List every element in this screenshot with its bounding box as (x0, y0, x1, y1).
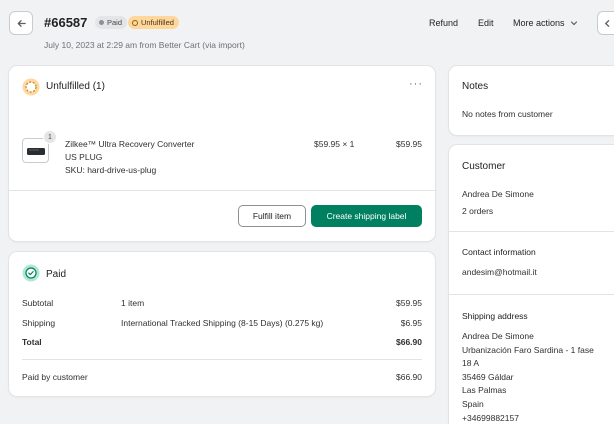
edit-button[interactable]: Edit (478, 18, 494, 28)
shipping-address: Andrea De Simone Urbanización Faro Sardi… (462, 330, 594, 424)
circle-icon (132, 19, 138, 26)
more-actions-button[interactable]: More actions (513, 18, 578, 28)
product-name-link[interactable]: Zilkee™ Ultra Recovery Converter (65, 139, 194, 149)
payment-divider (22, 359, 422, 360)
payment-title: Paid (46, 269, 67, 280)
paid-badge-label: Paid (107, 18, 123, 27)
notes-text: No notes from customer (462, 109, 553, 119)
address-line: 18 A (462, 358, 480, 369)
chevron-left-icon (604, 19, 610, 27)
previous-order-button[interactable] (597, 11, 614, 35)
create-shipping-label-button[interactable]: Create shipping label (311, 205, 422, 227)
product-variant: US PLUG (65, 152, 103, 162)
checkmark-circle-icon (22, 264, 40, 282)
fulfillment-card: Unfulfilled (1) ··· 1 Zilkee™ Ultra Reco… (9, 66, 435, 241)
shipping-address-title: Shipping address (462, 311, 528, 321)
notes-title: Notes (462, 81, 489, 92)
order-number: #66587 (44, 15, 88, 30)
total-label: Total (22, 337, 42, 347)
fulfillment-title: Unfulfilled (1) (46, 81, 105, 92)
customer-name-link[interactable]: Andrea De Simone (462, 189, 534, 199)
customer-title: Customer (462, 161, 506, 172)
order-date: July 10, 2023 at 2:29 am from Better Car… (44, 40, 245, 50)
customer-divider (449, 231, 614, 232)
subtotal-amount: $59.95 (396, 298, 422, 308)
card-divider (9, 190, 435, 191)
shipping-label: Shipping (22, 318, 56, 328)
fulfill-item-button[interactable]: Fulfill item (238, 205, 306, 227)
dot-icon (99, 20, 104, 25)
more-options-icon[interactable]: ··· (409, 78, 423, 90)
paid-by-customer-amount: $66.90 (396, 372, 422, 382)
product-line-total: $59.95 (396, 139, 422, 149)
address-line: 35469 Gáldar (462, 371, 514, 382)
arrow-left-icon (17, 19, 26, 27)
contact-info-title: Contact information (462, 247, 536, 257)
paid-by-customer-label: Paid by customer (22, 372, 88, 382)
customer-card: Customer Andrea De Simone 2 orders Conta… (449, 145, 614, 424)
unfulfilled-status-badge: Unfulfilled (128, 16, 179, 29)
product-price-qty: $59.95 × 1 (314, 139, 355, 149)
contact-divider (449, 294, 614, 295)
payment-card: Paid Subtotal 1 item $59.95 Shipping Int… (9, 252, 435, 396)
refund-button[interactable]: Refund (429, 18, 458, 28)
quantity-badge: 1 (43, 130, 57, 144)
unfulfilled-badge-label: Unfulfilled (141, 18, 174, 27)
more-actions-label: More actions (513, 18, 565, 28)
product-sku: SKU: hard-drive-us-plug (65, 165, 157, 175)
notes-card: Notes No notes from customer (449, 66, 614, 135)
back-button[interactable] (9, 11, 33, 35)
customer-email-link[interactable]: andesim@hotmail.it (462, 267, 537, 277)
address-line: Andrea De Simone (462, 331, 534, 341)
address-line: Urbanización Faro Sardina - 1 fase (462, 344, 594, 355)
address-line: Las Palmas (462, 385, 507, 396)
subtotal-label: Subtotal (22, 298, 54, 308)
shipping-amount: $6.95 (400, 318, 422, 328)
paid-status-badge: Paid (95, 16, 128, 29)
product-image-icon (27, 148, 45, 155)
customer-orders-link[interactable]: 2 orders (462, 206, 493, 216)
unfulfilled-icon (22, 78, 40, 96)
shipping-detail: International Tracked Shipping (8-15 Day… (121, 318, 324, 328)
chevron-down-icon (570, 21, 577, 26)
address-line: Spain (462, 398, 484, 409)
subtotal-detail: 1 item (121, 298, 145, 308)
total-amount: $66.90 (396, 337, 422, 347)
address-phone: +34699882157 (462, 412, 519, 423)
